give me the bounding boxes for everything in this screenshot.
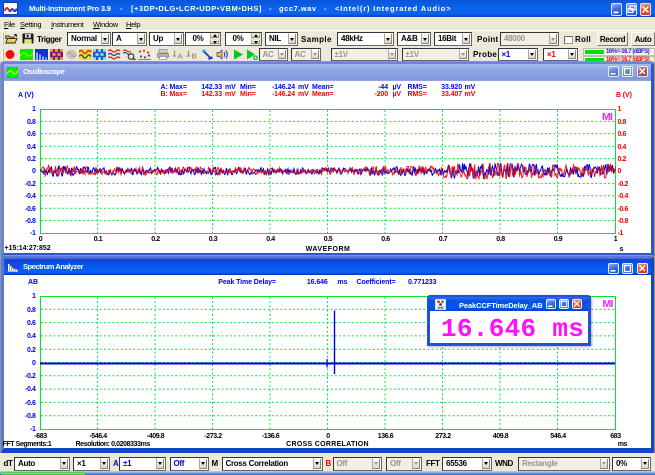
- svg-text:A: A: [178, 52, 184, 61]
- svg-text:B: B: [192, 52, 198, 61]
